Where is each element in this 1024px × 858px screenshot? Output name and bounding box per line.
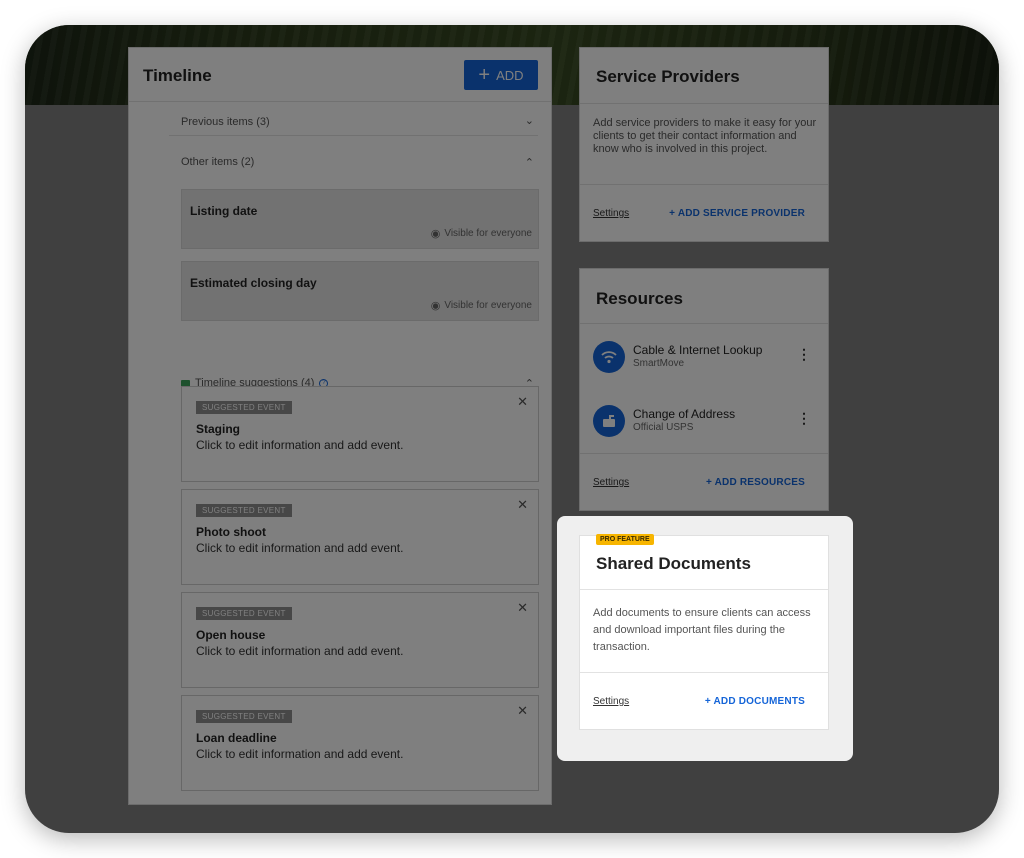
shared-documents-footer: Settings + ADD DOCUMENTS xyxy=(580,672,828,730)
shared-documents-desc: Add documents to ensure clients can acce… xyxy=(593,607,811,653)
shared-documents-settings-link[interactable]: Settings xyxy=(593,696,629,707)
shared-documents-header: Shared Documents xyxy=(580,536,828,590)
shared-documents-title: Shared Documents xyxy=(596,554,751,573)
app-frame: Timeline + ADD Previous items (3) ⌄ Othe… xyxy=(25,25,999,833)
spotlight-panel: PRO FEATURE Shared Documents Add documen… xyxy=(557,516,853,761)
add-documents-button[interactable]: + ADD DOCUMENTS xyxy=(705,696,805,707)
shared-documents-card: PRO FEATURE Shared Documents Add documen… xyxy=(579,534,829,730)
